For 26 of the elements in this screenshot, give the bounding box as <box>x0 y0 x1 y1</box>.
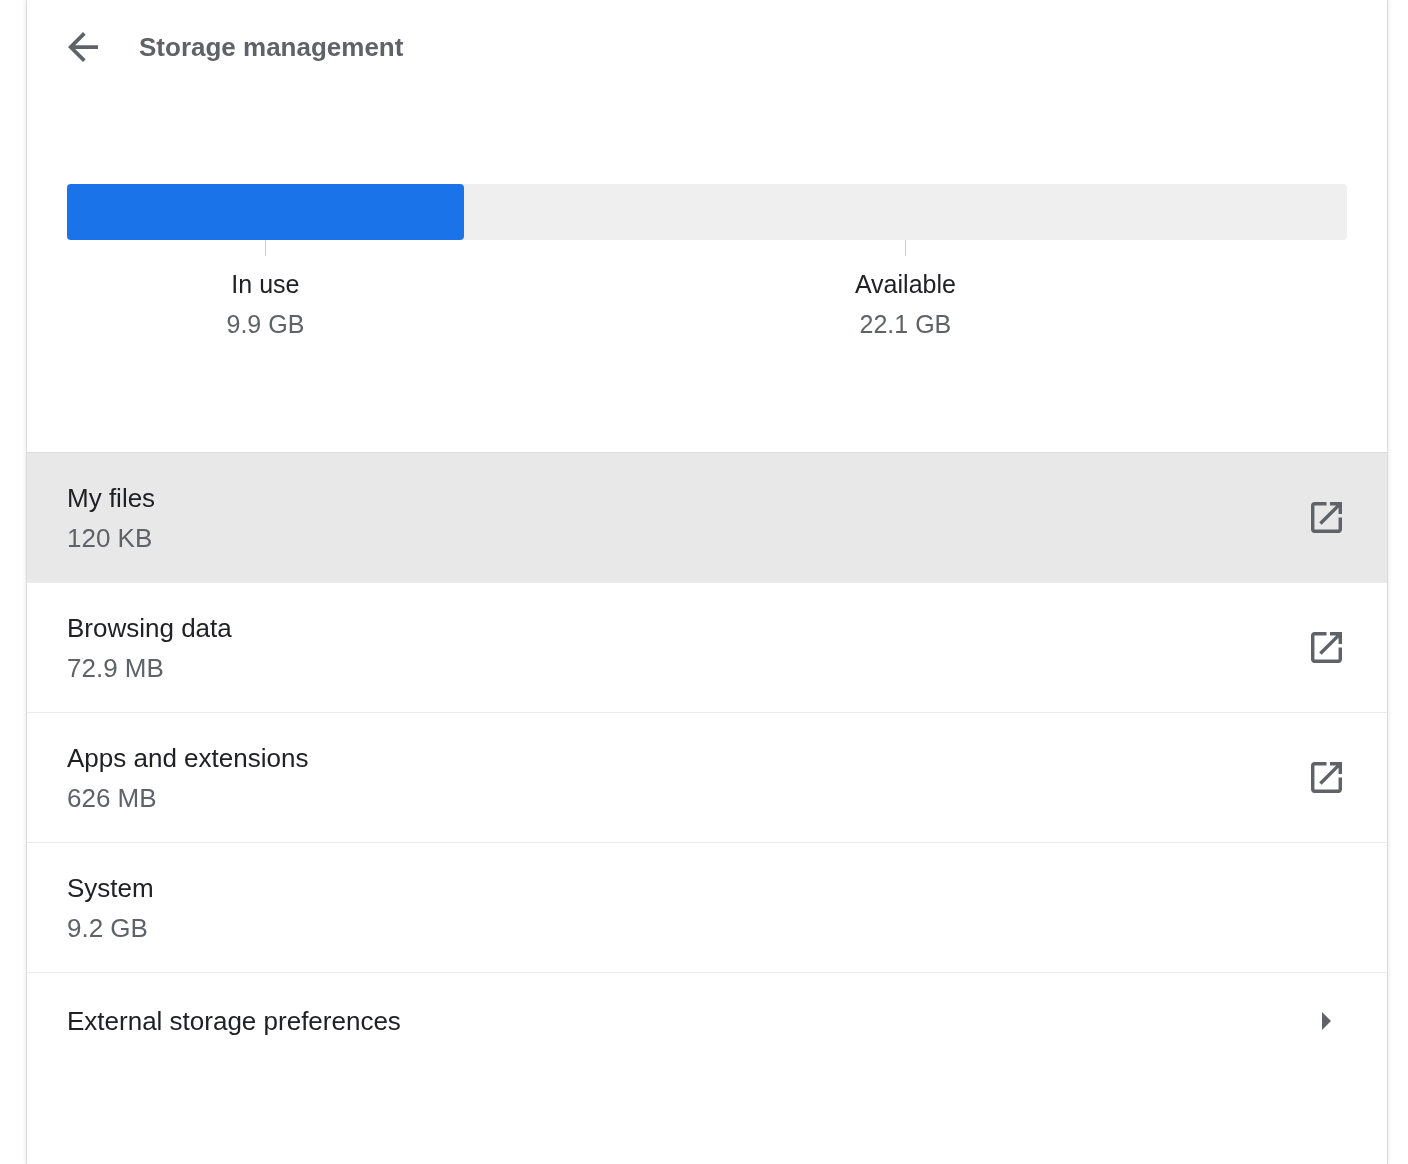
storage-category-row[interactable]: External storage preferences <box>27 973 1387 1069</box>
legend-label: In use <box>231 270 300 298</box>
page-title: Storage management <box>139 31 404 64</box>
row-title: Apps and extensions <box>67 741 309 775</box>
external-link-icon <box>1311 632 1342 663</box>
tick-mark <box>904 240 906 256</box>
storage-category-row[interactable]: System 9.2 GB <box>27 843 1387 973</box>
caret-right-icon <box>1322 1012 1331 1030</box>
row-title: My files <box>67 481 156 515</box>
storage-category-row[interactable]: Apps and extensions 626 MB <box>27 713 1387 843</box>
row-title: External storage preferences <box>67 1005 401 1038</box>
row-title: Browsing data <box>67 611 232 645</box>
external-link-icon <box>1311 762 1342 793</box>
row-title: System <box>67 871 154 905</box>
row-size: 120 KB <box>67 521 153 555</box>
tick-mark <box>264 240 266 256</box>
legend-value: 22.1 GB <box>859 310 952 338</box>
external-link-icon <box>1311 502 1342 533</box>
row-size: 72.9 MB <box>67 651 164 685</box>
legend-label: Available <box>854 270 956 298</box>
arrow-left-icon <box>68 32 98 62</box>
storage-category-row[interactable]: Browsing data 72.9 MB <box>27 583 1387 713</box>
storage-category-row[interactable]: My files 120 KB <box>27 453 1387 583</box>
legend-value: 9.9 GB <box>226 310 305 338</box>
row-size: 9.2 GB <box>67 911 148 945</box>
row-size: 626 MB <box>67 781 157 815</box>
